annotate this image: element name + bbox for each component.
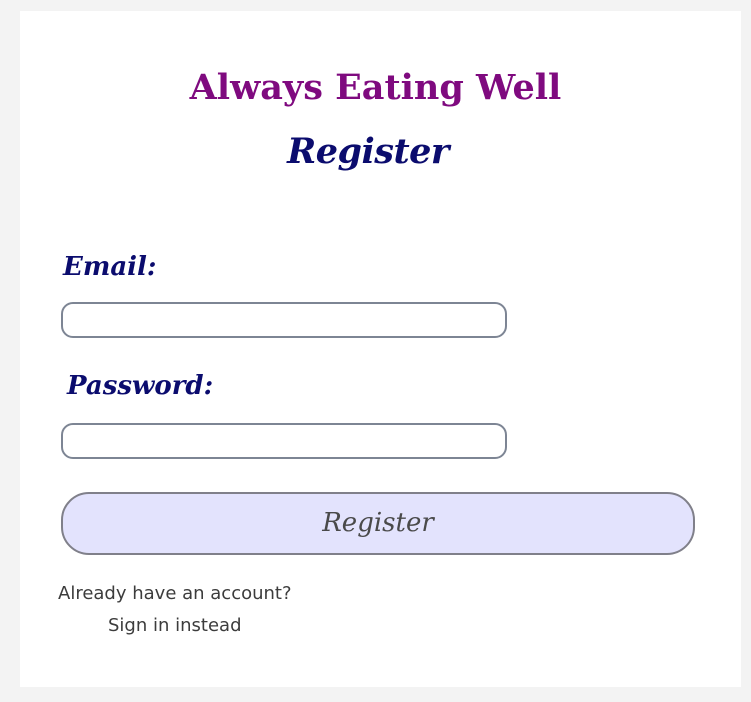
password-field[interactable] bbox=[61, 423, 507, 459]
email-label: Email: bbox=[63, 252, 157, 282]
signin-link[interactable]: Sign in instead bbox=[108, 614, 242, 638]
app-title: Always Eating Well bbox=[189, 67, 562, 108]
register-button[interactable]: Register bbox=[61, 492, 695, 555]
page-heading: Register bbox=[287, 131, 449, 172]
password-label: Password: bbox=[67, 371, 214, 401]
email-field[interactable] bbox=[61, 302, 507, 338]
signin-prompt: Already have an account? bbox=[58, 583, 292, 604]
